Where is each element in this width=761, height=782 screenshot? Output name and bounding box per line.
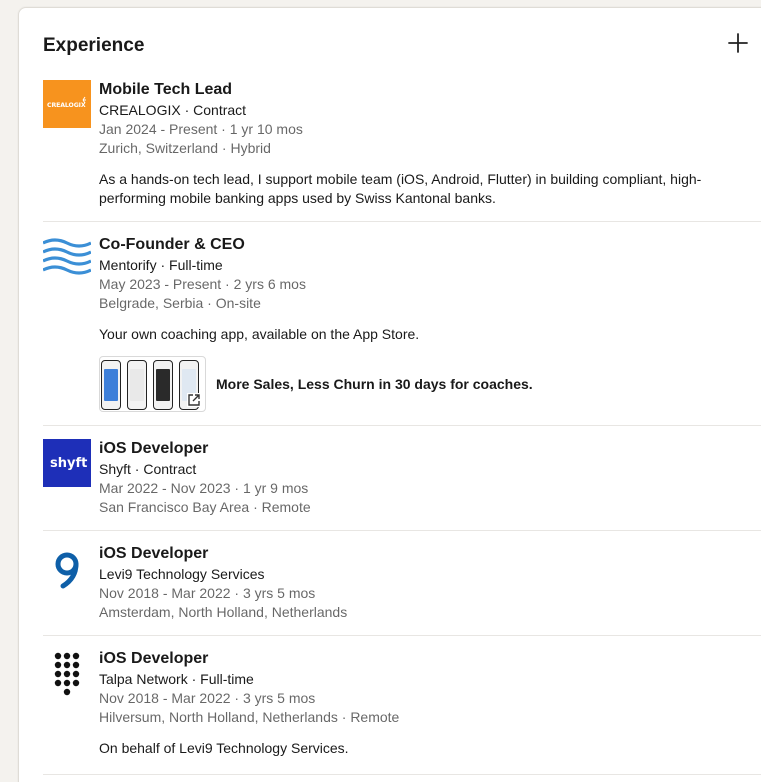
plus-icon	[728, 33, 748, 53]
shyft-logo-mark: shyft	[50, 456, 87, 471]
job-dates: Mar 2022 - Nov 2023 · 1 yr 9 mos	[99, 480, 309, 496]
job-title[interactable]: iOS Developer	[99, 439, 761, 459]
talpa-logo[interactable]	[43, 649, 91, 697]
company-name[interactable]: Shyft · Contract	[99, 460, 761, 479]
company-name[interactable]: CREALOGIX · Contract	[99, 101, 761, 120]
job-dates: Nov 2018 - Mar 2022 · 3 yrs 5 mos	[99, 690, 316, 706]
job-description: On behalf of Levi9 Technology Services.	[99, 740, 349, 756]
divider	[43, 530, 761, 531]
job-location: San Francisco Bay Area · Remote	[99, 499, 311, 515]
wave-logo-mark	[43, 238, 91, 275]
job-location: Hilversum, North Holland, Netherlands · …	[99, 709, 400, 725]
experience-item: CREALOGIX Mobile Tech Lead CREALOGIX · C…	[43, 80, 761, 222]
job-title[interactable]: iOS Developer	[99, 544, 761, 564]
job-location: Amsterdam, North Holland, Netherlands	[99, 604, 348, 620]
job-dates: May 2023 - Present · 2 yrs 6 mos	[99, 276, 306, 292]
company-name[interactable]: Levi9 Technology Services	[99, 565, 761, 584]
divider	[43, 774, 761, 775]
media-thumbnail[interactable]	[99, 356, 206, 412]
experience-item: Co-Founder & CEO Mentorify · Full-time M…	[43, 235, 761, 426]
company-name[interactable]: Talpa Network · Full-time	[99, 670, 761, 689]
job-title[interactable]: Mobile Tech Lead	[99, 80, 761, 100]
svg-text:shyft: shyft	[50, 456, 87, 471]
job-dates: Nov 2018 - Mar 2022 · 3 yrs 5 mos	[99, 585, 316, 601]
experience-card: Experience CREALOGIX Mobile Tech Lead CR…	[18, 7, 761, 782]
levi9-logo[interactable]	[43, 544, 91, 592]
experience-item: iOS Developer Talpa Network · Full-time …	[43, 649, 761, 775]
mentorify-logo[interactable]	[43, 235, 91, 283]
external-link-icon	[187, 393, 201, 407]
job-dates: Jan 2024 - Present · 1 yr 10 mos	[99, 121, 303, 137]
phone-screenshot	[127, 360, 147, 410]
divider	[43, 635, 761, 636]
divider	[43, 221, 761, 222]
crealogix-logo-mark: CREALOGIX	[47, 96, 86, 109]
crealogix-logo[interactable]: CREALOGIX	[43, 80, 91, 128]
card-header: Experience	[43, 34, 753, 58]
media-attachment[interactable]: More Sales, Less Churn in 30 days for co…	[99, 356, 761, 412]
experience-item: shyft iOS Developer Shyft · Contract Mar…	[43, 439, 761, 531]
job-title[interactable]: Co-Founder & CEO	[99, 235, 761, 255]
talpa-logo-mark	[54, 652, 80, 696]
section-title: Experience	[43, 35, 145, 56]
phone-screenshot	[101, 360, 121, 410]
levi9-logo-mark	[55, 552, 79, 589]
svg-text:CREALOGIX: CREALOGIX	[47, 102, 86, 109]
media-title[interactable]: More Sales, Less Churn in 30 days for co…	[216, 374, 533, 394]
company-name[interactable]: Mentorify · Full-time	[99, 256, 761, 275]
job-location: Zurich, Switzerland · Hybrid	[99, 140, 271, 156]
experience-item: iOS Developer Levi9 Technology Services …	[43, 544, 761, 636]
job-description: Your own coaching app, available on the …	[99, 326, 420, 342]
job-title[interactable]: iOS Developer	[99, 649, 761, 669]
add-experience-button[interactable]	[727, 32, 749, 54]
phone-screenshot	[153, 360, 173, 410]
job-location: Belgrade, Serbia · On-site	[99, 295, 261, 311]
shyft-logo[interactable]: shyft	[43, 439, 91, 487]
job-description: As a hands-on tech lead, I support mobil…	[99, 171, 702, 206]
divider	[43, 425, 761, 426]
